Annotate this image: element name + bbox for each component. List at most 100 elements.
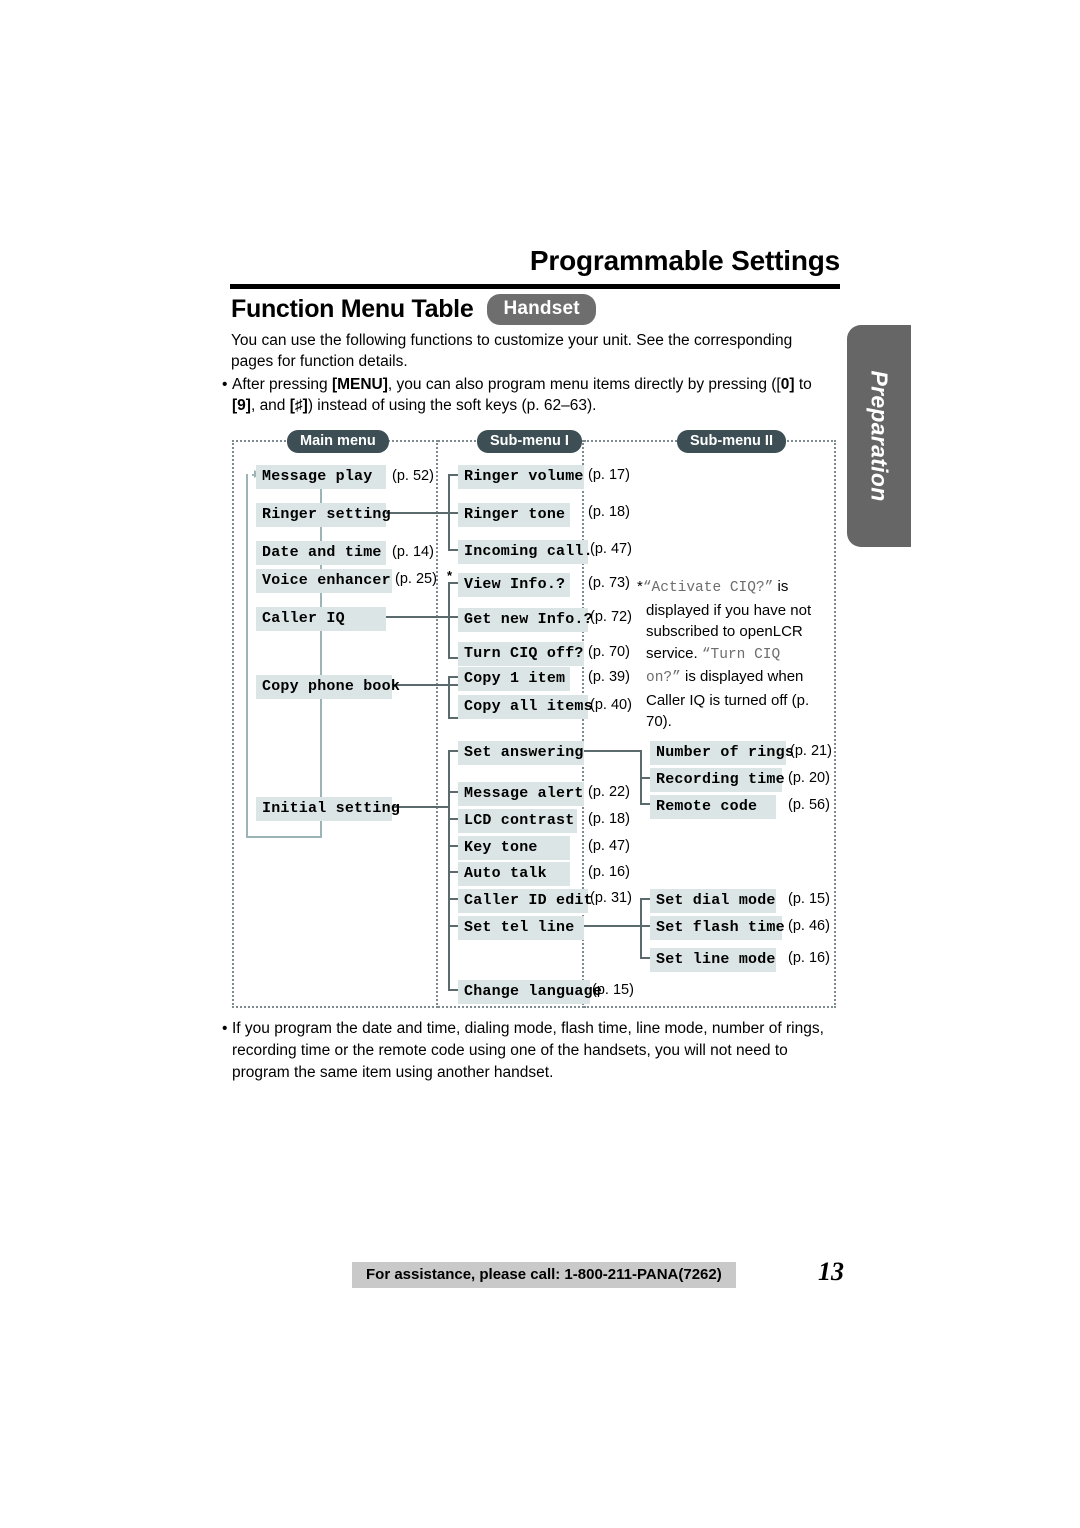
main-menu-item-message-play[interactable]: Message play	[256, 465, 386, 489]
preparation-side-tab: Preparation	[847, 325, 911, 547]
key-9: [9]	[232, 397, 251, 414]
sub2-item-set-dial-mode[interactable]: Set dial mode	[650, 889, 776, 913]
bracket-tel-bot	[640, 957, 650, 959]
sub1-item-set-tel-line[interactable]: Set tel line	[458, 916, 584, 940]
bracket-init-7	[448, 925, 458, 927]
page-title: Function Menu Table	[231, 295, 474, 323]
bracket-ciq-bot	[448, 657, 458, 659]
connector-ringer-setting	[386, 512, 448, 514]
page-ref-ringer-tone: (p. 18)	[588, 504, 630, 520]
bullet-dot: •	[222, 376, 228, 393]
sub1-item-get-new-info[interactable]: Get new Info.?	[458, 608, 593, 632]
page-ref-copy-1-item: (p. 39)	[588, 669, 630, 685]
bullet-mid: , you can also program menu items direct…	[387, 376, 781, 393]
column-header-sub-menu-2: Sub-menu II	[677, 430, 786, 453]
page-ref-get-new-info: (p. 72)	[590, 609, 632, 625]
page-ref-message-alert: (p. 22)	[588, 784, 630, 800]
main-loop-bottom	[246, 836, 322, 838]
function-menu-diagram: Main menu Sub-menu I Sub-menu II Message…	[232, 430, 836, 1008]
connector-caller-iq	[386, 616, 448, 618]
sub1-item-ringer-volume[interactable]: Ringer volume	[458, 465, 584, 489]
main-menu-item-voice-enhancer[interactable]: Voice enhancer	[256, 569, 392, 593]
bullet-to: to	[794, 376, 812, 393]
bracket-init-8	[448, 989, 458, 991]
page-ref-caller-id-edit: (p. 31)	[590, 890, 632, 906]
bottom-note: • If you program the date and time, dial…	[222, 1018, 836, 1084]
sub2-item-set-flash-time[interactable]: Set flash time	[650, 916, 785, 940]
main-menu-item-ringer-setting[interactable]: Ringer setting	[256, 503, 391, 527]
manual-page: Programmable Settings Function Menu Tabl…	[0, 0, 1080, 1528]
sub2-item-set-line-mode[interactable]: Set line mode	[650, 948, 776, 972]
main-menu-item-caller-iq[interactable]: Caller IQ	[256, 607, 386, 631]
bracket-copy-group	[448, 676, 450, 718]
bottom-note-text: If you program the date and time, dialin…	[232, 1020, 824, 1081]
connector-set-tel-line	[584, 925, 640, 927]
page-ref-date-and-time: (p. 14)	[392, 544, 434, 560]
page-ref-change-language: (p. 15)	[592, 982, 634, 998]
sub1-item-auto-talk[interactable]: Auto talk	[458, 862, 570, 886]
section-header: Function Menu Table Handset	[231, 294, 596, 325]
bracket-init-2	[448, 791, 458, 793]
page-ref-key-tone: (p. 47)	[588, 838, 630, 854]
page-ref-turn-ciq-off: (p. 70)	[588, 644, 630, 660]
sub1-item-incoming-call[interactable]: Incoming call.	[458, 540, 593, 564]
bracket-copy-bot	[448, 717, 458, 719]
intro-paragraph: You can use the following functions to c…	[231, 332, 793, 370]
menu-shortcut-bullet: • After pressing [MENU], you can also pr…	[222, 374, 836, 416]
page-ref-remote-code: (p. 56)	[788, 797, 830, 813]
main-menu-item-copy-phone-book[interactable]: Copy phone book	[256, 675, 400, 699]
connector-copy-phone-book	[392, 684, 448, 686]
page-number: 13	[818, 1257, 844, 1286]
sub2-item-recording-time[interactable]: Recording time	[650, 768, 785, 792]
sub1-item-caller-id-edit[interactable]: Caller ID edit	[458, 889, 593, 913]
sub1-item-change-language[interactable]: Change language	[458, 980, 602, 1004]
sub1-item-message-alert[interactable]: Message alert	[458, 782, 584, 806]
bottom-note-bullet-dot: •	[222, 1020, 228, 1037]
main-loop-left	[246, 474, 248, 838]
bracket-init-5	[448, 871, 458, 873]
bracket-ringer-bot	[448, 549, 458, 551]
page-ref-auto-talk: (p. 16)	[588, 864, 630, 880]
bracket-copy-top	[448, 676, 458, 678]
sub2-item-remote-code[interactable]: Remote code	[650, 795, 776, 819]
bullet-prefix: After pressing	[232, 376, 332, 393]
page-ref-set-dial-mode: (p. 15)	[788, 891, 830, 907]
main-menu-item-initial-setting[interactable]: Initial setting	[256, 797, 400, 821]
sub1-item-key-tone[interactable]: Key tone	[458, 836, 570, 860]
sub1-item-set-answering[interactable]: Set answering	[458, 741, 584, 765]
page-ref-ringer-volume: (p. 17)	[588, 467, 630, 483]
bracket-ans-bot	[640, 803, 650, 805]
bullet-and: , and	[250, 397, 290, 414]
bracket-init-6	[448, 898, 458, 900]
connector-initial-setting	[392, 806, 448, 808]
sub1-item-ringer-tone[interactable]: Ringer tone	[458, 503, 570, 527]
page-ref-copy-all-items: (p. 40)	[590, 697, 632, 713]
page-ref-lcd-contrast: (p. 18)	[588, 811, 630, 827]
chapter-title: Programmable Settings	[529, 245, 840, 276]
sub1-item-copy-all-items[interactable]: Copy all items	[458, 695, 593, 719]
bracket-initial-group	[448, 750, 450, 990]
sub2-item-number-of-rings[interactable]: Number of rings	[650, 741, 794, 765]
sub1-item-view-info[interactable]: View Info.?	[458, 573, 570, 597]
main-menu-item-date-and-time[interactable]: Date and time	[256, 541, 386, 565]
page-ref-number-of-rings: (p. 21)	[790, 743, 832, 759]
bracket-ringer-top	[448, 474, 458, 476]
bracket-telline-group	[640, 898, 642, 958]
connector-set-answering	[584, 750, 640, 752]
assistance-footer: For assistance, please call: 1-800-211-P…	[352, 1262, 736, 1288]
key-hash: [♯]	[289, 397, 308, 414]
sub1-item-lcd-contrast[interactable]: LCD contrast	[458, 809, 577, 833]
sub1-item-turn-ciq-off[interactable]: Turn CIQ off?	[458, 642, 584, 666]
bracket-init-1	[448, 750, 458, 752]
page-ref-set-flash-time: (p. 46)	[788, 918, 830, 934]
bracket-init-4	[448, 845, 458, 847]
bracket-ciq-mid	[448, 616, 458, 618]
page-ref-message-play: (p. 52)	[392, 468, 434, 484]
page-ref-set-line-mode: (p. 16)	[788, 950, 830, 966]
bracket-ans-mid	[640, 777, 650, 779]
page-ref-recording-time: (p. 20)	[788, 770, 830, 786]
handset-badge: Handset	[487, 294, 596, 325]
bullet-tail: ) instead of using the soft keys (p. 62–…	[307, 397, 597, 414]
sub1-item-copy-1-item[interactable]: Copy 1 item	[458, 667, 570, 691]
key-0: 0]	[780, 376, 795, 393]
